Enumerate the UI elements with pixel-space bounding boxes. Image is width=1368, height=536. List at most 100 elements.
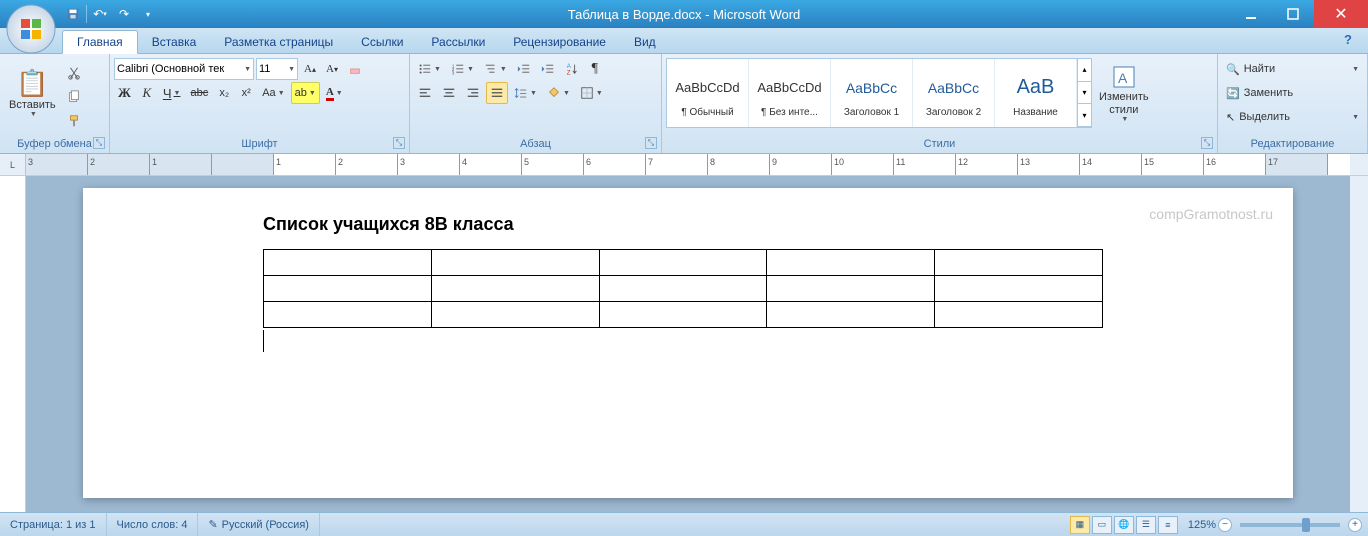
ribbon-tabs: Главная Вставка Разметка страницы Ссылки… bbox=[0, 28, 1368, 54]
page-area[interactable]: compGramotnost.ru Список учащихся 8В кла… bbox=[26, 176, 1350, 512]
change-case-button[interactable]: Aa▼ bbox=[258, 82, 288, 104]
cursor-icon: ↖ bbox=[1226, 111, 1235, 124]
shading-button[interactable]: ▼ bbox=[543, 82, 574, 104]
group-font: Calibri (Основной тек▼ 11▼ A▴ A▾ Ж К Ч▼ … bbox=[110, 54, 410, 153]
style-heading2[interactable]: AaBbCcЗаголовок 2 bbox=[913, 59, 995, 127]
highlight-button[interactable]: ab▼ bbox=[291, 82, 320, 104]
chevron-down-icon: ▼ bbox=[30, 111, 37, 118]
format-painter-button[interactable] bbox=[63, 110, 85, 132]
style-heading1[interactable]: AaBbCcЗаголовок 1 bbox=[831, 59, 913, 127]
qat-customize-icon[interactable]: ▾ bbox=[137, 3, 159, 25]
zoom-thumb[interactable] bbox=[1302, 518, 1310, 532]
clipboard-launcher[interactable]: ⤡ bbox=[93, 137, 105, 149]
subscript-button[interactable]: x₂ bbox=[214, 82, 234, 104]
copy-button[interactable] bbox=[63, 86, 85, 108]
tab-references[interactable]: Ссылки bbox=[347, 31, 417, 53]
bullets-button[interactable]: ▼ bbox=[414, 58, 445, 80]
bold-button[interactable]: Ж bbox=[114, 82, 135, 104]
status-word-count[interactable]: Число слов: 4 bbox=[107, 513, 199, 536]
select-button[interactable]: ↖Выделить▼ bbox=[1222, 106, 1363, 128]
qat-separator bbox=[86, 5, 87, 23]
superscript-button[interactable]: x² bbox=[236, 82, 256, 104]
gallery-more-icon[interactable]: ▾ bbox=[1078, 104, 1091, 127]
sort-button[interactable]: AZ bbox=[561, 58, 583, 80]
group-clipboard-label: Буфер обмена bbox=[17, 138, 92, 150]
document-heading[interactable]: Список учащихся 8В класса bbox=[263, 214, 1103, 235]
find-button[interactable]: 🔍Найти▼ bbox=[1222, 58, 1363, 80]
group-paragraph: ▼ 123▼ ▼ AZ ¶ ▼ ▼ ▼ Абзац ⤡ bbox=[410, 54, 662, 153]
tab-mailings[interactable]: Рассылки bbox=[417, 31, 499, 53]
font-name-combo[interactable]: Calibri (Основной тек▼ bbox=[114, 58, 254, 80]
document-table[interactable] bbox=[263, 249, 1103, 328]
zoom-in-button[interactable]: + bbox=[1348, 518, 1362, 532]
tab-home[interactable]: Главная bbox=[62, 30, 138, 54]
tab-view[interactable]: Вид bbox=[620, 31, 670, 53]
show-marks-button[interactable]: ¶ bbox=[585, 58, 605, 80]
tab-insert[interactable]: Вставка bbox=[138, 31, 211, 53]
align-left-button[interactable] bbox=[414, 82, 436, 104]
increase-indent-button[interactable] bbox=[537, 58, 559, 80]
style-no-spacing[interactable]: AaBbCcDd¶ Без инте... bbox=[749, 59, 831, 127]
close-button[interactable]: ✕ bbox=[1314, 0, 1368, 28]
underline-button[interactable]: Ч▼ bbox=[159, 82, 185, 104]
numbering-button[interactable]: 123▼ bbox=[447, 58, 478, 80]
font-launcher[interactable]: ⤡ bbox=[393, 137, 405, 149]
view-outline[interactable]: ☰ bbox=[1136, 516, 1156, 534]
line-spacing-button[interactable]: ▼ bbox=[510, 82, 541, 104]
zoom-slider[interactable] bbox=[1240, 523, 1340, 527]
styles-launcher[interactable]: ⤡ bbox=[1201, 137, 1213, 149]
view-web-layout[interactable]: 🌐 bbox=[1114, 516, 1134, 534]
office-button[interactable] bbox=[4, 2, 58, 56]
clipboard-icon bbox=[16, 68, 48, 99]
group-paragraph-label: Абзац bbox=[520, 138, 551, 150]
borders-button[interactable]: ▼ bbox=[576, 82, 607, 104]
change-styles-button[interactable]: A Изменить стили ▼ bbox=[1094, 58, 1154, 128]
gallery-down-icon[interactable]: ▾ bbox=[1078, 82, 1091, 105]
vertical-scrollbar[interactable] bbox=[1350, 176, 1368, 512]
workspace: compGramotnost.ru Список учащихся 8В кла… bbox=[0, 176, 1368, 512]
multilevel-list-button[interactable]: ▼ bbox=[480, 58, 511, 80]
redo-icon[interactable]: ↷ bbox=[113, 3, 135, 25]
window-controls: ✕ bbox=[1230, 0, 1368, 28]
italic-button[interactable]: К bbox=[137, 82, 157, 104]
tab-selector[interactable]: L bbox=[0, 154, 26, 175]
strikethrough-button[interactable]: abc bbox=[186, 82, 212, 104]
tab-page-layout[interactable]: Разметка страницы bbox=[210, 31, 347, 53]
title-bar: ↶▾ ↷ ▾ Таблица в Ворде.docx - Microsoft … bbox=[0, 0, 1368, 28]
shrink-font-button[interactable]: A▾ bbox=[322, 58, 342, 80]
align-center-button[interactable] bbox=[438, 82, 460, 104]
view-full-screen[interactable]: ▭ bbox=[1092, 516, 1112, 534]
view-print-layout[interactable]: ▦ bbox=[1070, 516, 1090, 534]
grow-font-button[interactable]: A▴ bbox=[300, 58, 320, 80]
paragraph-launcher[interactable]: ⤡ bbox=[645, 137, 657, 149]
help-icon[interactable]: ? bbox=[1344, 32, 1360, 48]
replace-button[interactable]: 🔄Заменить bbox=[1222, 82, 1363, 104]
paste-button[interactable]: Вставить ▼ bbox=[4, 58, 61, 128]
style-title[interactable]: AaBНазвание bbox=[995, 59, 1077, 127]
font-color-button[interactable]: A▼ bbox=[322, 82, 347, 104]
maximize-button[interactable] bbox=[1272, 0, 1314, 28]
status-language[interactable]: ✎Русский (Россия) bbox=[198, 513, 320, 536]
binoculars-icon: 🔍 bbox=[1226, 63, 1240, 76]
font-size-combo[interactable]: 11▼ bbox=[256, 58, 298, 80]
clear-formatting-button[interactable] bbox=[344, 58, 366, 80]
style-normal[interactable]: AaBbCcDd¶ Обычный bbox=[667, 59, 749, 127]
view-draft[interactable]: ≡ bbox=[1158, 516, 1178, 534]
justify-button[interactable] bbox=[486, 82, 508, 104]
horizontal-ruler[interactable]: 3211234567891011121314151617 bbox=[26, 154, 1350, 175]
decrease-indent-button[interactable] bbox=[513, 58, 535, 80]
cut-button[interactable] bbox=[63, 62, 85, 84]
minimize-button[interactable] bbox=[1230, 0, 1272, 28]
zoom-level[interactable]: 125% bbox=[1188, 519, 1216, 531]
ruler-toggle[interactable] bbox=[1350, 154, 1368, 175]
tab-review[interactable]: Рецензирование bbox=[499, 31, 620, 53]
vertical-ruler[interactable] bbox=[0, 176, 26, 512]
ruler-area: L 3211234567891011121314151617 bbox=[0, 154, 1368, 176]
gallery-up-icon[interactable]: ▴ bbox=[1078, 59, 1091, 82]
undo-icon[interactable]: ↶▾ bbox=[89, 3, 111, 25]
status-page[interactable]: Страница: 1 из 1 bbox=[0, 513, 107, 536]
align-right-button[interactable] bbox=[462, 82, 484, 104]
svg-text:A: A bbox=[1118, 70, 1128, 86]
zoom-out-button[interactable]: − bbox=[1218, 518, 1232, 532]
save-icon[interactable] bbox=[62, 3, 84, 25]
